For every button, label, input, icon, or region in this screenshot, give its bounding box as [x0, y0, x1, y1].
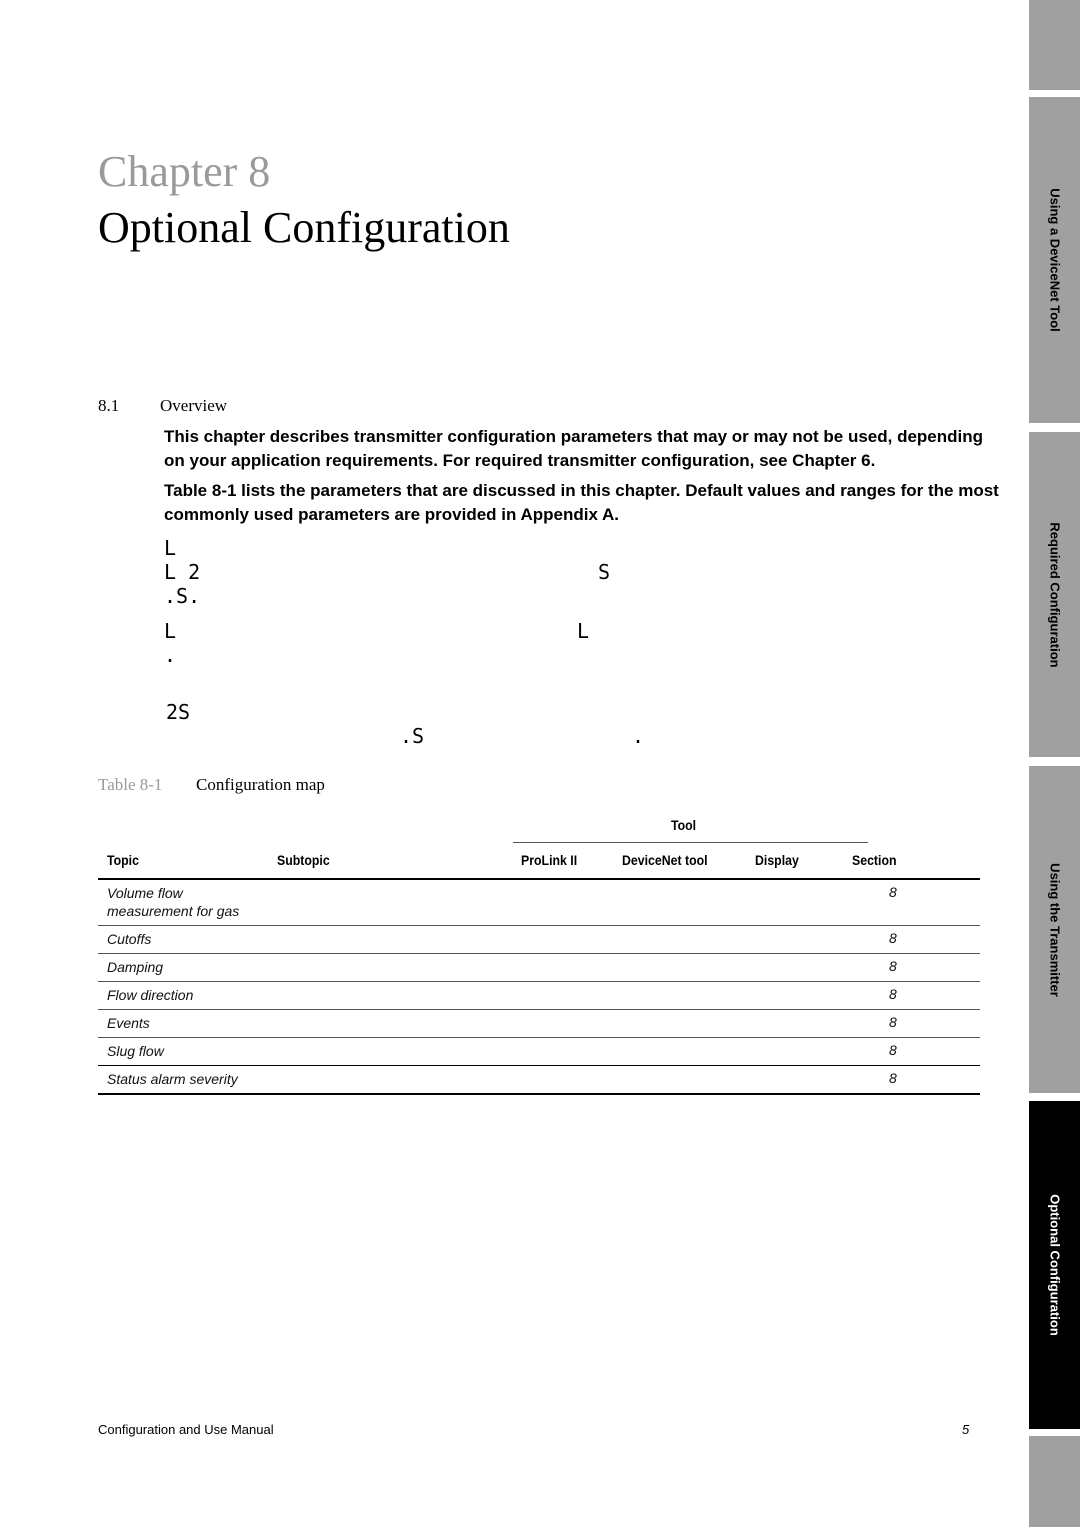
stray-glyph: .: [632, 724, 645, 748]
table-cell-section: 8: [889, 930, 897, 946]
side-tab-label: Required Configuration: [1047, 521, 1062, 668]
paragraph-line: commonly used parameters are provided in…: [164, 505, 620, 524]
table-row-divider: [98, 1065, 980, 1066]
table-cell-section: 8: [889, 958, 897, 974]
table-row-divider: [98, 981, 980, 982]
table-caption: Table 8-1 Configuration map: [98, 775, 325, 795]
table-header-topic: Topic: [107, 852, 139, 868]
table-header-rule: [98, 878, 980, 880]
stray-glyph: L: [164, 619, 177, 643]
side-tab-top[interactable]: [1029, 0, 1080, 90]
paragraph-intro: This chapter describes transmitter confi…: [164, 425, 1044, 473]
stray-glyph: 2S: [166, 700, 191, 724]
table-cell-section: 8: [889, 1042, 897, 1058]
table-bottom-rule: [98, 1093, 980, 1095]
table-row-divider: [98, 925, 980, 926]
table-cell-section: 8: [889, 1014, 897, 1030]
paragraph-line: This chapter describes transmitter confi…: [164, 427, 984, 446]
side-tab-bottom[interactable]: [1029, 1436, 1080, 1527]
table-caption-label: Table 8-1: [98, 775, 163, 794]
table-cell-topic: Slug flow: [107, 1043, 164, 1059]
side-tab-label: Optional Configuration: [1047, 1194, 1062, 1336]
stray-glyph: .: [164, 643, 177, 667]
side-tab-label: Using the Transmitter: [1047, 862, 1062, 997]
table-cell-section: 8: [889, 884, 897, 900]
paragraph-line: on your application requirements. For re…: [164, 451, 876, 470]
table-cell-topic: Cutoffs: [107, 931, 152, 947]
table-cell-section: 8: [889, 1070, 897, 1086]
paragraph-table-ref: Table 8-1 lists the parameters that are …: [164, 479, 1044, 527]
stray-glyph: .S.: [164, 584, 201, 608]
stray-glyph: L: [577, 619, 590, 643]
section-number: 8.1: [98, 396, 120, 415]
section-title: Overview: [160, 396, 228, 415]
table-cell-topic: Status alarm severity: [107, 1071, 238, 1087]
tool-header-rule: [513, 842, 868, 843]
stray-glyph: L 2: [164, 560, 201, 584]
chapter-title: Optional Configuration: [98, 203, 510, 252]
side-tab-required-configuration[interactable]: Required Configuration: [1029, 432, 1080, 757]
paragraph-line: Table 8-1 lists the parameters that are …: [164, 481, 999, 500]
stray-glyph: .S: [400, 724, 425, 748]
table-group-header-tool: Tool: [671, 817, 697, 833]
table-header-section: Section: [852, 852, 897, 868]
table-header-display: Display: [755, 852, 799, 868]
side-tab-using-transmitter[interactable]: Using the Transmitter: [1029, 766, 1080, 1093]
table-cell-topic: Flow direction: [107, 987, 194, 1003]
table-header-subtopic: Subtopic: [277, 852, 330, 868]
table-header-prolink: ProLink II: [521, 852, 578, 868]
chapter-label: Chapter 8: [98, 147, 271, 196]
table-cell-topic: Damping: [107, 959, 164, 975]
footer-manual-title: Configuration and Use Manual: [98, 1422, 274, 1437]
table-cell-topic: Events: [107, 1015, 150, 1031]
footer-page-number: 5: [962, 1422, 970, 1437]
side-tab-using-devicenet-tool[interactable]: Using a DeviceNet Tool: [1029, 97, 1080, 423]
table-row-divider: [98, 1037, 980, 1038]
table-row-divider: [98, 1009, 980, 1010]
table-header-devicenet: DeviceNet tool: [622, 852, 708, 868]
stray-glyph: L: [164, 536, 177, 560]
side-tab-label: Using a DeviceNet Tool: [1047, 188, 1062, 332]
stray-glyph: S: [598, 560, 611, 584]
table-cell-topic: Volume flow measurement for gas: [107, 885, 240, 919]
table-cell-section: 8: [889, 986, 897, 1002]
table-caption-title: Configuration map: [196, 775, 325, 794]
side-tab-optional-configuration[interactable]: Optional Configuration: [1029, 1101, 1080, 1429]
section-heading: 8.1 Overview: [98, 396, 227, 416]
table-row-divider: [98, 953, 980, 954]
